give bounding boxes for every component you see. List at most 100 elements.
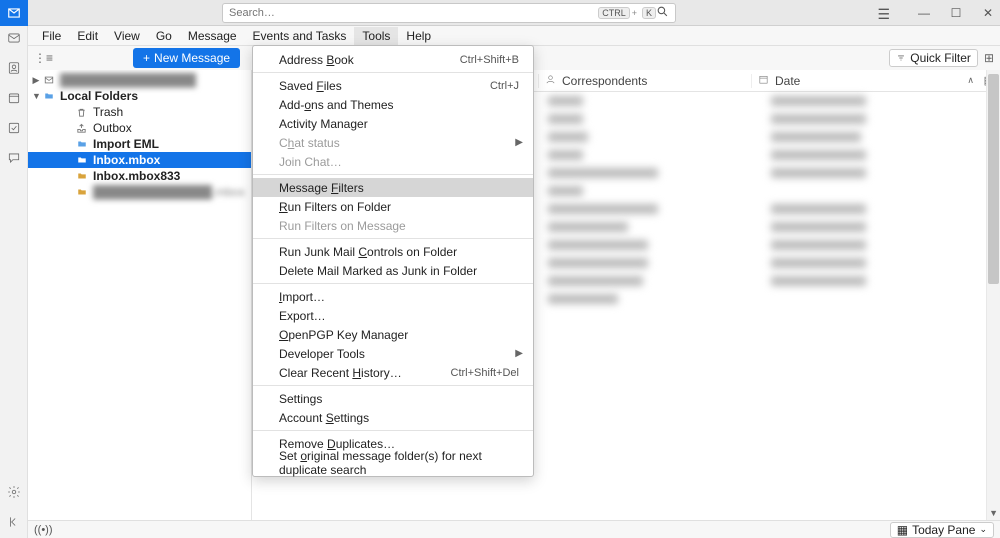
menu-separator: [253, 283, 533, 284]
scrollbar-thumb[interactable]: [988, 74, 999, 284]
import-eml-row[interactable]: Import EML: [28, 136, 251, 152]
menu-item-accountSettings[interactable]: Account Settings: [253, 408, 533, 427]
menu-item-junkFolder[interactable]: Run Junk Mail Controls on Folder: [253, 242, 533, 261]
blurred-folder-label: ██████████████.mbox: [93, 185, 245, 199]
menu-go[interactable]: Go: [148, 27, 180, 45]
inbox-mbox-row[interactable]: Inbox.mbox: [28, 152, 251, 168]
menu-item-addressBook[interactable]: Address BookCtrl+Shift+B: [253, 50, 533, 69]
calendar-small-icon: ▦: [897, 523, 908, 537]
col-date-label: Date: [775, 74, 800, 88]
title-bar: CTRL + K ☰ — ☐ ✕: [0, 0, 1000, 26]
trash-row[interactable]: Trash: [28, 104, 251, 120]
blurred-folder-row[interactable]: ██████████████.mbox: [28, 184, 251, 200]
menu-item-label: Address Book: [279, 53, 354, 67]
col-date[interactable]: Date ∧ ▦: [751, 74, 1000, 88]
outbox-row[interactable]: Outbox: [28, 120, 251, 136]
chevron-down-icon[interactable]: ▼: [32, 91, 40, 101]
menu-help[interactable]: Help: [398, 27, 439, 45]
menu-item-clearHistory[interactable]: Clear Recent History…Ctrl+Shift+Del: [253, 363, 533, 382]
account-row[interactable]: ▶ ████████████████: [28, 72, 251, 88]
folder-icon: [76, 155, 90, 165]
menu-item-label: Export…: [279, 309, 326, 323]
mail-account-icon: [43, 75, 57, 85]
menu-item-label: Delete Mail Marked as Junk in Folder: [279, 264, 477, 278]
inbox-mbox833-row[interactable]: Inbox.mbox833: [28, 168, 251, 184]
scrollbar[interactable]: ▼: [986, 70, 1000, 520]
submenu-arrow-icon: ▶: [515, 348, 523, 359]
menu-view[interactable]: View: [106, 27, 148, 45]
menu-item-joinChat: Join Chat…: [253, 152, 533, 171]
menu-item-label: Run Filters on Folder: [279, 200, 391, 214]
close-button[interactable]: ✕: [982, 6, 994, 20]
menu-item-deleteJunk[interactable]: Delete Mail Marked as Junk in Folder: [253, 261, 533, 280]
menu-file[interactable]: File: [34, 27, 69, 45]
menu-item-savedFiles[interactable]: Saved FilesCtrl+J: [253, 76, 533, 95]
account-name: ████████████████: [60, 73, 196, 87]
settings-space-icon[interactable]: [6, 484, 22, 500]
menu-item-label: OpenPGP Key Manager: [279, 328, 408, 342]
new-message-button[interactable]: + New Message: [133, 48, 240, 68]
kbd-k: K: [642, 7, 656, 19]
menu-item-label: Developer Tools: [279, 347, 365, 361]
menu-tools[interactable]: Tools: [354, 27, 398, 45]
menu-item-label: Add-ons and Themes: [279, 98, 394, 112]
global-search[interactable]: CTRL + K: [222, 3, 676, 23]
tasks-space-icon[interactable]: [6, 120, 22, 136]
calendar-space-icon[interactable]: [6, 90, 22, 106]
new-message-label: New Message: [154, 51, 230, 65]
addressbook-space-icon[interactable]: [6, 60, 22, 76]
chat-space-icon[interactable]: [6, 150, 22, 166]
menu-item-filters[interactable]: Message Filters: [253, 178, 533, 197]
menu-item-import[interactable]: Import…: [253, 287, 533, 306]
quick-filter-button[interactable]: Quick Filter: [889, 49, 978, 67]
menu-item-settings[interactable]: Settings: [253, 389, 533, 408]
menu-item-runFolder[interactable]: Run Filters on Folder: [253, 197, 533, 216]
minimize-button[interactable]: —: [918, 6, 930, 20]
sort-asc-icon[interactable]: ∧: [967, 75, 974, 86]
menu-item-label: Run Junk Mail Controls on Folder: [279, 245, 457, 259]
menu-item-export[interactable]: Export…: [253, 306, 533, 325]
menu-message[interactable]: Message: [180, 27, 245, 45]
inbox-mbox-label: Inbox.mbox: [93, 153, 160, 167]
mail-space-icon[interactable]: [6, 30, 22, 46]
maximize-button[interactable]: ☐: [950, 6, 962, 20]
folder-icon: [76, 187, 90, 197]
menu-events[interactable]: Events and Tasks: [245, 27, 355, 45]
menu-item-activity[interactable]: Activity Manager: [253, 114, 533, 133]
chevron-right-icon[interactable]: ▶: [32, 75, 40, 86]
col-correspondents-label: Correspondents: [562, 74, 647, 88]
kbd-plus: +: [632, 8, 637, 18]
menu-item-label: Join Chat…: [279, 155, 342, 169]
folder-pane: ▶ ████████████████ ▼ Local Folders Trash…: [28, 70, 252, 520]
today-pane-button[interactable]: ▦ Today Pane ⌄: [890, 522, 994, 538]
menu-item-label: Saved Files: [279, 79, 342, 93]
menu-item-devtools[interactable]: Developer Tools ▶: [253, 344, 533, 363]
kbd-ctrl: CTRL: [598, 7, 630, 19]
scroll-down-icon[interactable]: ▼: [989, 508, 998, 518]
menu-item-addons[interactable]: Add-ons and Themes: [253, 95, 533, 114]
local-folders-row[interactable]: ▼ Local Folders: [28, 88, 251, 104]
search-icon[interactable]: [656, 5, 669, 21]
menu-item-label: Activity Manager: [279, 117, 368, 131]
hamburger-icon[interactable]: ☰: [877, 6, 890, 23]
trash-icon: [76, 107, 90, 118]
submenu-arrow-icon: ▶: [515, 137, 523, 148]
menu-shortcut: Ctrl+Shift+Del: [451, 367, 519, 379]
menu-separator: [253, 238, 533, 239]
spaces-toolbar: [0, 26, 28, 538]
menu-edit[interactable]: Edit: [69, 27, 106, 45]
collapse-space-icon[interactable]: [6, 514, 22, 530]
app-mail-icon[interactable]: [0, 0, 28, 26]
network-status-icon[interactable]: ((•)): [34, 524, 53, 536]
menu-item-label: Chat status: [279, 136, 340, 150]
search-input[interactable]: [229, 7, 595, 19]
msg-menu-icon[interactable]: ⋮≡: [34, 51, 53, 65]
import-eml-label: Import EML: [93, 137, 159, 151]
col-correspondents[interactable]: Correspondents: [538, 74, 751, 88]
menu-item-openpgp[interactable]: OpenPGP Key Manager: [253, 325, 533, 344]
display-options-icon[interactable]: ⊞: [984, 51, 994, 65]
outbox-icon: [76, 123, 90, 134]
local-folders-label: Local Folders: [60, 89, 138, 103]
menu-item-label: Set original message folder(s) for next …: [279, 449, 519, 477]
menu-item-setOriginal[interactable]: Set original message folder(s) for next …: [253, 453, 533, 472]
